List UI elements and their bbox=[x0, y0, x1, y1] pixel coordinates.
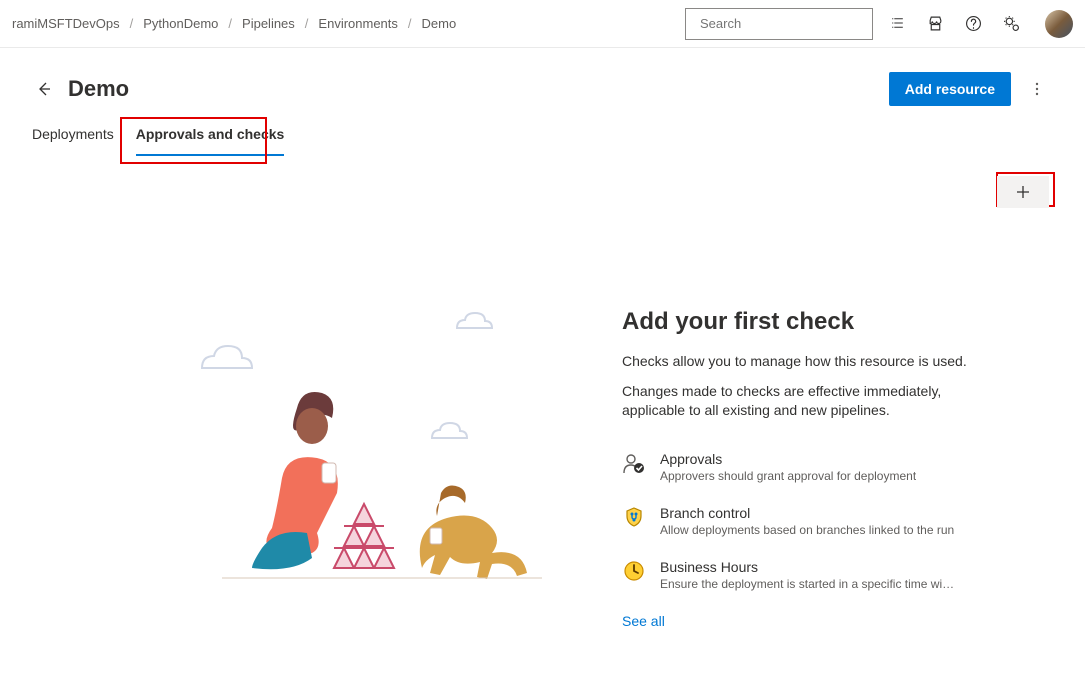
help-icon[interactable] bbox=[963, 14, 983, 34]
breadcrumb-sep: / bbox=[228, 16, 232, 31]
search-box[interactable] bbox=[685, 8, 873, 40]
marketplace-icon[interactable] bbox=[925, 14, 945, 34]
business-hours-icon bbox=[622, 559, 646, 583]
tab-approvals-checks[interactable]: Approvals and checks bbox=[136, 116, 285, 156]
check-type-business-hours[interactable]: Business Hours Ensure the deployment is … bbox=[622, 559, 993, 591]
empty-state: Add your first check Checks allow you to… bbox=[32, 278, 1053, 629]
breadcrumb: ramiMSFTDevOps / PythonDemo / Pipelines … bbox=[12, 16, 685, 31]
top-icons bbox=[887, 10, 1073, 38]
breadcrumb-sep: / bbox=[408, 16, 412, 31]
check-type-name: Business Hours bbox=[660, 559, 960, 575]
content-area: Add your first check Checks allow you to… bbox=[0, 156, 1085, 649]
check-type-sub: Approvers should grant approval for depl… bbox=[660, 469, 916, 483]
add-check-button[interactable] bbox=[997, 176, 1049, 208]
plus-icon bbox=[1016, 185, 1030, 199]
search-input[interactable] bbox=[700, 16, 876, 31]
check-type-sub: Ensure the deployment is started in a sp… bbox=[660, 577, 960, 591]
see-all-link[interactable]: See all bbox=[622, 613, 993, 629]
page-header: Demo Add resource bbox=[0, 48, 1085, 116]
check-info: Add your first check Checks allow you to… bbox=[582, 278, 993, 629]
tab-deployments[interactable]: Deployments bbox=[32, 116, 114, 156]
check-type-approvals[interactable]: Approvals Approvers should grant approva… bbox=[622, 451, 993, 483]
illustration bbox=[182, 308, 582, 608]
check-type-branch-control[interactable]: Branch control Allow deployments based o… bbox=[622, 505, 993, 537]
more-vertical-icon bbox=[1029, 81, 1045, 97]
breadcrumb-sep: / bbox=[130, 16, 134, 31]
breadcrumb-project[interactable]: PythonDemo bbox=[143, 16, 218, 31]
page-title: Demo bbox=[68, 76, 889, 102]
breadcrumb-pipelines[interactable]: Pipelines bbox=[242, 16, 295, 31]
approvals-icon bbox=[622, 451, 646, 475]
tabs: Deployments Approvals and checks bbox=[0, 116, 1085, 156]
breadcrumb-environments[interactable]: Environments bbox=[318, 16, 397, 31]
back-button[interactable] bbox=[28, 73, 60, 105]
filter-icon[interactable] bbox=[887, 14, 907, 34]
empty-state-desc-1: Checks allow you to manage how this reso… bbox=[622, 352, 993, 372]
breadcrumb-sep: / bbox=[305, 16, 309, 31]
breadcrumb-org[interactable]: ramiMSFTDevOps bbox=[12, 16, 120, 31]
avatar[interactable] bbox=[1045, 10, 1073, 38]
check-type-sub: Allow deployments based on branches link… bbox=[660, 523, 954, 537]
add-resource-button[interactable]: Add resource bbox=[889, 72, 1011, 106]
settings-icon[interactable] bbox=[1001, 14, 1021, 34]
empty-state-title: Add your first check bbox=[622, 308, 993, 336]
breadcrumb-current[interactable]: Demo bbox=[422, 16, 457, 31]
branch-control-icon bbox=[622, 505, 646, 529]
more-menu-button[interactable] bbox=[1021, 73, 1053, 105]
top-bar: ramiMSFTDevOps / PythonDemo / Pipelines … bbox=[0, 0, 1085, 48]
check-type-name: Approvals bbox=[660, 451, 916, 467]
check-type-name: Branch control bbox=[660, 505, 954, 521]
check-type-list: Approvals Approvers should grant approva… bbox=[622, 451, 993, 591]
back-arrow-icon bbox=[36, 81, 52, 97]
empty-state-desc-2: Changes made to checks are effective imm… bbox=[622, 382, 993, 421]
